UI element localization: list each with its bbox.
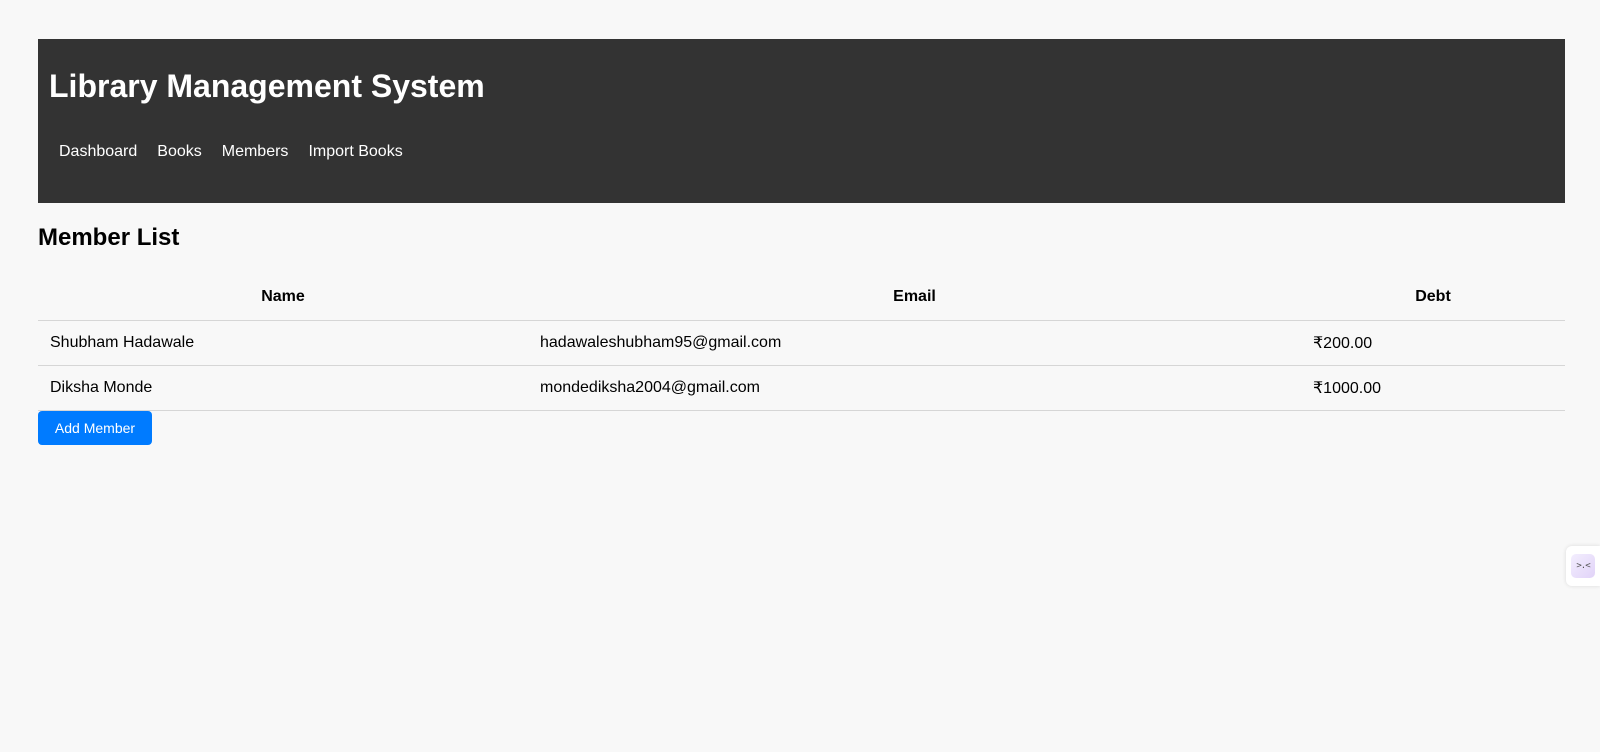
table-row: Diksha Monde mondediksha2004@gmail.com ₹… [38,365,1565,411]
member-email-cell: hadawaleshubham95@gmail.com [528,320,1301,366]
add-member-button[interactable]: Add Member [38,411,152,445]
page: Library Management System Dashboard Book… [0,0,1600,752]
extension-widget[interactable]: >.< [1566,546,1600,586]
main-nav: Dashboard Books Members Import Books [59,142,423,162]
column-header-name: Name [38,275,528,321]
member-email-cell: mondediksha2004@gmail.com [528,365,1301,411]
page-title: Member List [38,224,180,251]
column-header-debt: Debt [1301,275,1565,321]
member-debt-cell: ₹200.00 [1301,320,1565,366]
member-table: Name Email Debt Shubham Hadawale hadawal… [38,275,1565,411]
member-name-cell: Shubham Hadawale [38,320,528,366]
column-header-email: Email [528,275,1301,321]
nav-link-import-books[interactable]: Import Books [308,142,402,162]
member-debt-cell: ₹1000.00 [1301,365,1565,411]
table-header-row: Name Email Debt [38,275,1565,321]
table-row: Shubham Hadawale hadawaleshubham95@gmail… [38,320,1565,366]
nav-link-dashboard[interactable]: Dashboard [59,142,137,162]
member-name-cell: Diksha Monde [38,365,528,411]
extension-icon: >.< [1571,554,1595,578]
nav-link-members[interactable]: Members [222,142,289,162]
app-header: Library Management System Dashboard Book… [38,39,1565,203]
app-title: Library Management System [49,68,485,104]
nav-link-books[interactable]: Books [157,142,201,162]
